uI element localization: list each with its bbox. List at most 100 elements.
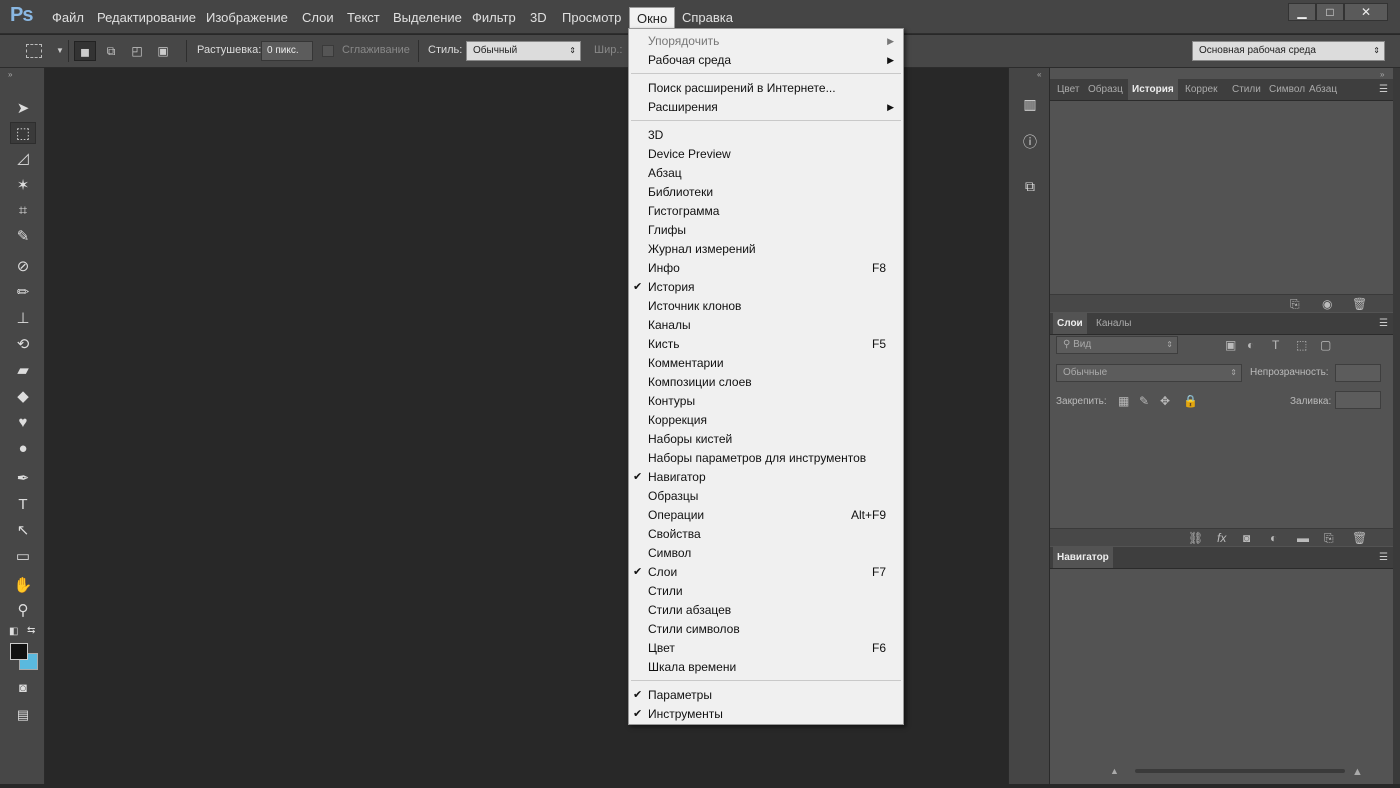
menu-item[interactable]: Стили	[629, 582, 903, 601]
info-panel-icon[interactable]: ⓘ	[1017, 130, 1043, 154]
panel-menu-icon[interactable]: ☰	[1379, 84, 1388, 95]
menu-file[interactable]: Файл	[45, 7, 91, 28]
paint-bucket-tool-icon[interactable]: ◆	[10, 386, 36, 408]
menu-item[interactable]: Инфо F8	[629, 259, 903, 278]
workspace-select[interactable]: Основная рабочая среда ⇕	[1192, 41, 1385, 61]
subtract-selection-icon[interactable]: ◰	[126, 41, 148, 61]
intersect-selection-icon[interactable]: ▣	[152, 41, 174, 61]
foreground-color-swatch[interactable]	[10, 643, 28, 660]
tab-character[interactable]: Символ	[1265, 79, 1309, 100]
layer-filter-select[interactable]: ⚲ Вид ⇕	[1056, 336, 1178, 354]
stamp-tool-icon[interactable]: ⊥	[10, 308, 36, 330]
menu-item[interactable]: Каналы	[629, 316, 903, 335]
new-document-from-state-icon[interactable]: ⎘	[1290, 297, 1300, 312]
link-layers-icon[interactable]: ⛓	[1188, 531, 1203, 545]
add-mask-icon[interactable]: ◙	[1243, 531, 1250, 545]
menu-view[interactable]: Просмотр	[555, 7, 628, 28]
menu-item[interactable]: ✔ Параметры	[629, 686, 903, 705]
filter-shape-icon[interactable]: ⬚	[1296, 338, 1307, 352]
menu-item[interactable]: Рабочая среда ▶	[629, 51, 903, 70]
menu-item[interactable]: Абзац	[629, 164, 903, 183]
swap-colors-icon[interactable]: ⇆	[27, 625, 35, 636]
menu-item[interactable]: Образцы	[629, 487, 903, 506]
healing-brush-tool-icon[interactable]: ⊘	[10, 256, 36, 278]
fill-input[interactable]	[1335, 391, 1381, 409]
menu-item[interactable]: Кисть F5	[629, 335, 903, 354]
menu-item[interactable]: Композиции слоев	[629, 373, 903, 392]
hand-tool-icon[interactable]: ✋	[10, 575, 36, 597]
menu-item[interactable]: Комментарии	[629, 354, 903, 373]
blend-mode-select[interactable]: Обычные ⇕	[1056, 364, 1242, 382]
new-group-icon[interactable]: ▬	[1297, 531, 1309, 545]
tab-color[interactable]: Цвет	[1053, 79, 1083, 100]
menu-item[interactable]: Коррекция	[629, 411, 903, 430]
opacity-input[interactable]	[1335, 364, 1381, 382]
maximize-button[interactable]: □	[1316, 3, 1344, 21]
eyedropper-tool-icon[interactable]: ✎	[10, 226, 36, 248]
zoom-in-icon[interactable]: ▲	[1352, 766, 1363, 778]
tab-layers[interactable]: Слои	[1053, 313, 1087, 334]
menu-window[interactable]: Окно	[629, 7, 676, 28]
move-tool-icon[interactable]: ➤	[10, 98, 36, 120]
menu-item[interactable]: Наборы кистей	[629, 430, 903, 449]
trash-icon[interactable]: 🗑	[1352, 297, 1367, 311]
menu-item[interactable]: Свойства	[629, 525, 903, 544]
menu-item[interactable]: 3D	[629, 126, 903, 145]
tab-channels[interactable]: Каналы	[1092, 313, 1136, 334]
crop-tool-icon[interactable]: ⌗	[10, 200, 36, 222]
lock-position-icon[interactable]: ✥	[1160, 394, 1170, 408]
menu-item[interactable]: Журнал измерений	[629, 240, 903, 259]
collapse-icon[interactable]: »	[1380, 70, 1384, 79]
fx-icon[interactable]: fx	[1217, 531, 1226, 545]
feather-input[interactable]: 0 пикс.	[261, 41, 313, 61]
lasso-tool-icon[interactable]: ◿	[10, 148, 36, 170]
tab-paragraph[interactable]: Абзац	[1305, 79, 1341, 100]
menu-item[interactable]: Стили абзацев	[629, 601, 903, 620]
menu-item[interactable]: Контуры	[629, 392, 903, 411]
minimize-button[interactable]: ▁	[1288, 3, 1316, 21]
lock-pixels-icon[interactable]: ✎	[1139, 394, 1149, 408]
tab-adjustments[interactable]: Коррек	[1181, 79, 1221, 100]
menu-item[interactable]: Шкала времени	[629, 658, 903, 677]
menu-item[interactable]: Device Preview	[629, 145, 903, 164]
tab-history[interactable]: История	[1128, 79, 1178, 100]
menu-help[interactable]: Справка	[675, 7, 740, 28]
menu-item[interactable]: Стили символов	[629, 620, 903, 639]
zoom-slider[interactable]	[1135, 769, 1345, 773]
style-select[interactable]: Обычный ⇕	[466, 41, 581, 61]
lock-transparency-icon[interactable]: ▦	[1118, 394, 1129, 408]
menu-item[interactable]: ✔ Слои F7	[629, 563, 903, 582]
marquee-tool-icon[interactable]: ⬚	[10, 122, 36, 144]
new-selection-icon[interactable]: ◼	[74, 41, 96, 61]
filter-smart-object-icon[interactable]: ▢	[1320, 338, 1331, 352]
menu-item[interactable]: Наборы параметров для инструментов	[629, 449, 903, 468]
default-colors-icon[interactable]: ◧	[9, 626, 18, 637]
marquee-tool-preset-icon[interactable]	[26, 44, 42, 58]
dodge-tool-icon[interactable]: ●	[10, 438, 36, 460]
zoom-tool-icon[interactable]: ⚲	[10, 600, 36, 622]
adjustment-layer-icon[interactable]: ◐	[1270, 531, 1277, 545]
menu-layers[interactable]: Слои	[295, 7, 341, 28]
antialias-checkbox[interactable]	[322, 45, 334, 57]
new-layer-icon[interactable]: ⎘	[1324, 531, 1334, 546]
menu-item[interactable]: Упорядочить ▶	[629, 32, 903, 51]
brush-tool-icon[interactable]: ✏	[10, 282, 36, 304]
add-selection-icon[interactable]: ⧉	[100, 41, 122, 61]
filter-adjustment-icon[interactable]: ◐	[1247, 338, 1254, 352]
menu-item[interactable]: Расширения ▶	[629, 98, 903, 117]
collapse-icon[interactable]: »	[8, 70, 12, 79]
menu-3d[interactable]: 3D	[523, 7, 554, 28]
menu-select[interactable]: Выделение	[386, 7, 469, 28]
history-brush-tool-icon[interactable]: ⟲	[10, 334, 36, 356]
lock-all-icon[interactable]: 🔒	[1183, 394, 1198, 408]
screen-mode-icon[interactable]: ▤	[10, 704, 36, 726]
menu-item[interactable]: Гистограмма	[629, 202, 903, 221]
menu-filter[interactable]: Фильтр	[465, 7, 523, 28]
menu-type[interactable]: Текст	[340, 7, 387, 28]
menu-item[interactable]: Операции Alt+F9	[629, 506, 903, 525]
filter-type-icon[interactable]: T	[1272, 338, 1279, 352]
blur-tool-icon[interactable]: ♥	[10, 412, 36, 434]
zoom-out-icon[interactable]: ▲	[1110, 766, 1119, 776]
close-button[interactable]: ✕	[1344, 3, 1388, 21]
trash-icon[interactable]: 🗑	[1352, 531, 1367, 545]
